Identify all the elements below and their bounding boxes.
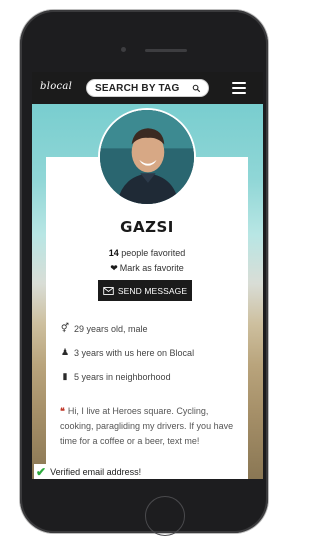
book-icon: ▮: [62, 371, 68, 381]
info-neighborhood-text: 5 years in neighborhood: [74, 371, 171, 382]
info-age-text: 29 years old, male: [74, 323, 148, 334]
avatar-photo: [100, 110, 194, 204]
top-bar: blocal: [32, 72, 263, 104]
quote-icon: ❝: [60, 406, 65, 416]
bio-quote: ❝ Hi, I live at Heroes square. Cycling, c…: [60, 404, 238, 449]
app-logo[interactable]: blocal: [40, 81, 72, 92]
search-input[interactable]: [95, 82, 190, 95]
gender-icon: ⚥: [60, 323, 70, 333]
info-row-age: ⚥ 29 years old, male: [60, 323, 240, 334]
info-membership-text: 3 years with us here on Blocal: [74, 347, 195, 358]
info-row-membership: ♟ 3 years with us here on Blocal: [60, 347, 240, 358]
home-button[interactable]: [145, 496, 185, 536]
info-row-neighborhood: ▮ 5 years in neighborhood: [60, 371, 240, 382]
send-message-button[interactable]: SEND MESSAGE: [98, 280, 192, 301]
search-icon[interactable]: [192, 84, 201, 93]
mark-favorite-label: Mark as favorite: [119, 263, 184, 273]
favorited-label: people favorited: [118, 248, 186, 258]
checkmark-icon: ✔: [36, 464, 47, 479]
mark-favorite-link[interactable]: ❤ Mark as favorite: [46, 263, 248, 274]
profile-name: GAZSI: [120, 218, 174, 236]
search-box[interactable]: [86, 79, 209, 97]
verified-label: Verified email address!: [50, 466, 142, 477]
heart-icon: ❤: [110, 263, 118, 273]
camera-dot: [121, 47, 126, 52]
avatar: [98, 108, 196, 206]
favorited-count: 14 people favorited: [46, 248, 248, 258]
envelope-icon: [103, 286, 114, 295]
person-icon: ♟: [60, 347, 70, 357]
send-message-label: SEND MESSAGE: [117, 285, 188, 296]
favorited-number: 14: [108, 248, 119, 258]
hamburger-menu-icon[interactable]: [232, 82, 246, 94]
verified-email-badge: ✔ Verified email address!: [34, 464, 214, 479]
speaker-grille: [145, 49, 187, 52]
bio-text: Hi, I live at Heroes square. Cycling, co…: [60, 406, 234, 446]
